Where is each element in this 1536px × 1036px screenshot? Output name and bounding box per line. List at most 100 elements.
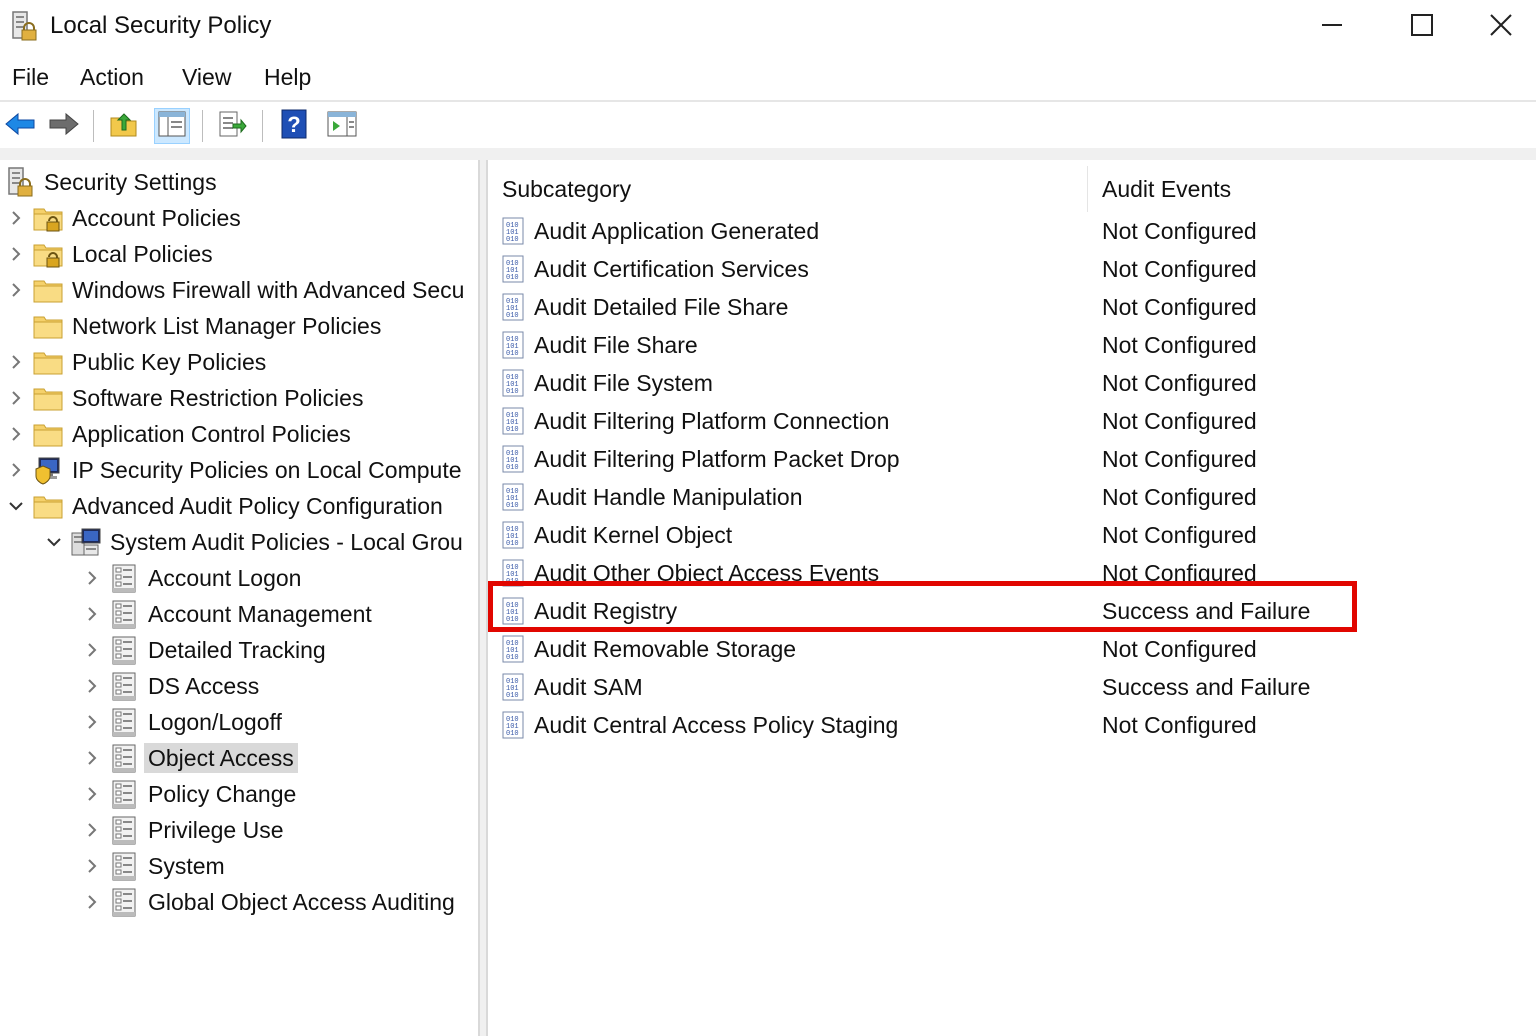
tree-item-ip-security-policies-on-local-compute[interactable]: IP Security Policies on Local Compute [6,452,466,488]
chevron-right-icon[interactable] [82,604,102,624]
chevron-right-icon[interactable] [6,244,26,264]
tree-item-account-management[interactable]: Account Management [82,596,376,632]
audit-events-value: Not Configured [1102,256,1257,282]
chevron-right-icon[interactable] [82,892,102,912]
chevron-down-icon[interactable] [6,496,26,516]
tree-item-privilege-use[interactable]: Privilege Use [82,812,288,848]
chevron-right-icon[interactable] [82,856,102,876]
chevron-right-icon[interactable] [6,280,26,300]
security-settings-icon [4,166,36,198]
chevron-right-icon[interactable] [82,712,102,732]
chevron-right-icon[interactable] [82,820,102,840]
list-row-audit-other-object-access-events[interactable]: 010 101 010 Audit Other Object Access Event… [500,554,1530,592]
tree-item-object-access[interactable]: Object Access [82,740,298,776]
list-row-audit-kernel-object[interactable]: 010 101 010 Audit Kernel Object Not Configur… [500,516,1530,554]
tree-item-system-audit-policies[interactable]: System Audit Policies - Local Grou [44,524,467,560]
policy-item-icon: 010 101 010 [500,711,526,739]
svg-text:010: 010 [506,502,519,510]
menu-file[interactable]: File [12,62,49,92]
svg-text:010: 010 [506,388,519,396]
tree-item-label: Logon/Logoff [148,709,282,735]
audit-events-value: Not Configured [1102,636,1257,662]
list-row-audit-filtering-platform-connection[interactable]: 010 101 010 Audit Filtering Platform Connec… [500,402,1530,440]
tree-item-detailed-tracking[interactable]: Detailed Tracking [82,632,330,668]
tree-item-application-control-policies[interactable]: Application Control Policies [6,416,355,452]
folder-icon [32,382,64,414]
svg-text:010: 010 [506,312,519,320]
menu-view[interactable]: View [182,62,231,92]
audit-events-value: Not Configured [1102,218,1257,244]
tree-item-logon-logoff[interactable]: Logon/Logoff [82,704,286,740]
tree-item-local-policies[interactable]: Local Policies [6,236,217,272]
svg-text:010: 010 [506,426,519,434]
audit-events-value: Not Configured [1102,484,1257,510]
chevron-right-icon[interactable] [82,748,102,768]
chevron-right-icon[interactable] [6,424,26,444]
column-header-audit-events[interactable]: Audit Events [1102,174,1231,204]
tree-item-software-restriction-policies[interactable]: Software Restriction Policies [6,380,367,416]
tree-item-account-logon[interactable]: Account Logon [82,560,305,596]
tree-item-label: Privilege Use [148,817,284,843]
tree-item-windows-firewall-with-advanced-secu[interactable]: Windows Firewall with Advanced Secu [6,272,468,308]
toolbar-separator [262,110,263,142]
back-button[interactable] [2,108,38,144]
subcategory-name: Audit Registry [534,598,678,624]
list-row-audit-sam[interactable]: 010 101 010 Audit SAM Success and Failure [500,668,1530,706]
policy-item-icon: 010 101 010 [500,597,526,625]
tree-item-advanced-audit-policy-configuration[interactable]: Advanced Audit Policy Configuration [6,488,447,524]
tree-item-network-list-manager-policies[interactable]: Network List Manager Policies [6,308,385,344]
list-row-audit-detailed-file-share[interactable]: 010 101 010 Audit Detailed File Share Not Co… [500,288,1530,326]
tree-item-account-policies[interactable]: Account Policies [6,200,245,236]
list-row-audit-file-system[interactable]: 010 101 010 Audit File System Not Configured [500,364,1530,402]
tree-item-security-settings[interactable]: Security Settings [4,164,221,200]
tree-item-policy-change[interactable]: Policy Change [82,776,300,812]
list-row-audit-certification-services[interactable]: 010 101 010 Audit Certification Services Not… [500,250,1530,288]
chevron-right-icon[interactable] [82,784,102,804]
chevron-right-icon[interactable] [82,568,102,588]
help-button[interactable]: ? [276,108,312,144]
list-row-audit-file-share[interactable]: 010 101 010 Audit File Share Not Configured [500,326,1530,364]
show-hide-console-tree-button[interactable] [154,108,190,144]
audit-events-value: Not Configured [1102,332,1257,358]
tree-item-global-object-access-auditing[interactable]: Global Object Access Auditing [82,884,459,920]
close-button[interactable] [1466,0,1536,50]
tree-item-ds-access[interactable]: DS Access [82,668,263,704]
tree-item-label: System [148,853,225,879]
tree-item-label: DS Access [148,673,260,699]
maximize-button[interactable] [1376,0,1468,50]
tree-item-label: IP Security Policies on Local Compute [72,457,462,483]
export-list-button[interactable] [214,108,250,144]
svg-text:010: 010 [506,350,519,358]
chevron-right-icon[interactable] [82,676,102,696]
chevron-right-icon[interactable] [6,208,26,228]
svg-text:010: 010 [506,236,519,244]
list-row-audit-application-generated[interactable]: 010 101 010 Audit Application Generated Not … [500,212,1530,250]
show-hide-action-pane-icon [327,111,357,142]
subcategory-name: Audit Kernel Object [534,522,733,548]
menu-action[interactable]: Action [80,62,144,92]
chevron-right-icon[interactable] [82,640,102,660]
up-one-level-button[interactable] [106,108,142,144]
svg-text:?: ? [287,112,300,137]
list-row-audit-filtering-platform-packet-drop[interactable]: 010 101 010 Audit Filtering Platform Packet… [500,440,1530,478]
list-row-audit-central-access-policy-staging[interactable]: 010 101 010 Audit Central Access Policy Sta… [500,706,1530,744]
chevron-right-icon[interactable] [6,352,26,372]
forward-button[interactable] [46,108,82,144]
list-row-audit-handle-manipulation[interactable]: 010 101 010 Audit Handle Manipulation Not Co… [500,478,1530,516]
chevron-right-icon[interactable] [6,460,26,480]
column-divider[interactable] [1087,166,1088,212]
svg-text:010: 010 [506,578,519,586]
chevron-right-icon[interactable] [6,388,26,408]
policy-item-icon: 010 101 010 [500,293,526,321]
folder-icon [32,310,64,342]
column-header-subcategory[interactable]: Subcategory [502,174,631,204]
tree-item-system[interactable]: System [82,848,229,884]
list-row-audit-removable-storage[interactable]: 010 101 010 Audit Removable Storage Not Conf… [500,630,1530,668]
menu-help[interactable]: Help [264,62,311,92]
pane-splitter[interactable] [478,160,488,1036]
show-hide-action-pane-button[interactable] [324,108,360,144]
tree-item-public-key-policies[interactable]: Public Key Policies [6,344,270,380]
chevron-down-icon[interactable] [44,532,64,552]
minimize-button[interactable] [1286,0,1378,50]
list-row-audit-registry[interactable]: 010 101 010 Audit Registry Success and Failu… [500,592,1530,630]
